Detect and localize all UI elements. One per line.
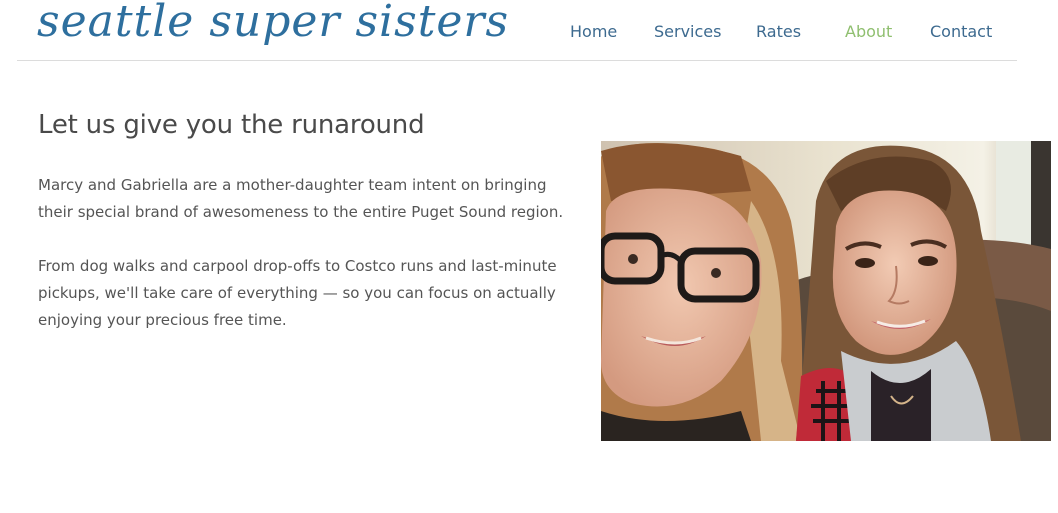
page-heading: Let us give you the runaround (38, 110, 425, 140)
about-content: Let us give you the runaround Marcy and … (38, 107, 578, 334)
page: seattle super sisters Home Services Rate… (0, 0, 1058, 513)
nav-services-link[interactable]: Services (654, 22, 721, 42)
nav-home-link[interactable]: Home (570, 22, 617, 42)
intro-paragraph: Marcy and Gabriella are a mother-daughte… (38, 176, 564, 221)
team-photo (601, 141, 1051, 441)
nav-contact-link[interactable]: Contact (930, 22, 992, 42)
main-nav: Home Services Rates About Contact (17, 22, 1017, 46)
site-header: seattle super sisters Home Services Rate… (17, 0, 1017, 61)
nav-rates-link[interactable]: Rates (756, 22, 801, 42)
team-photo-illustration (601, 141, 1051, 441)
nav-about-link[interactable]: About (845, 22, 892, 42)
services-paragraph: From dog walks and carpool drop-offs to … (38, 257, 557, 329)
